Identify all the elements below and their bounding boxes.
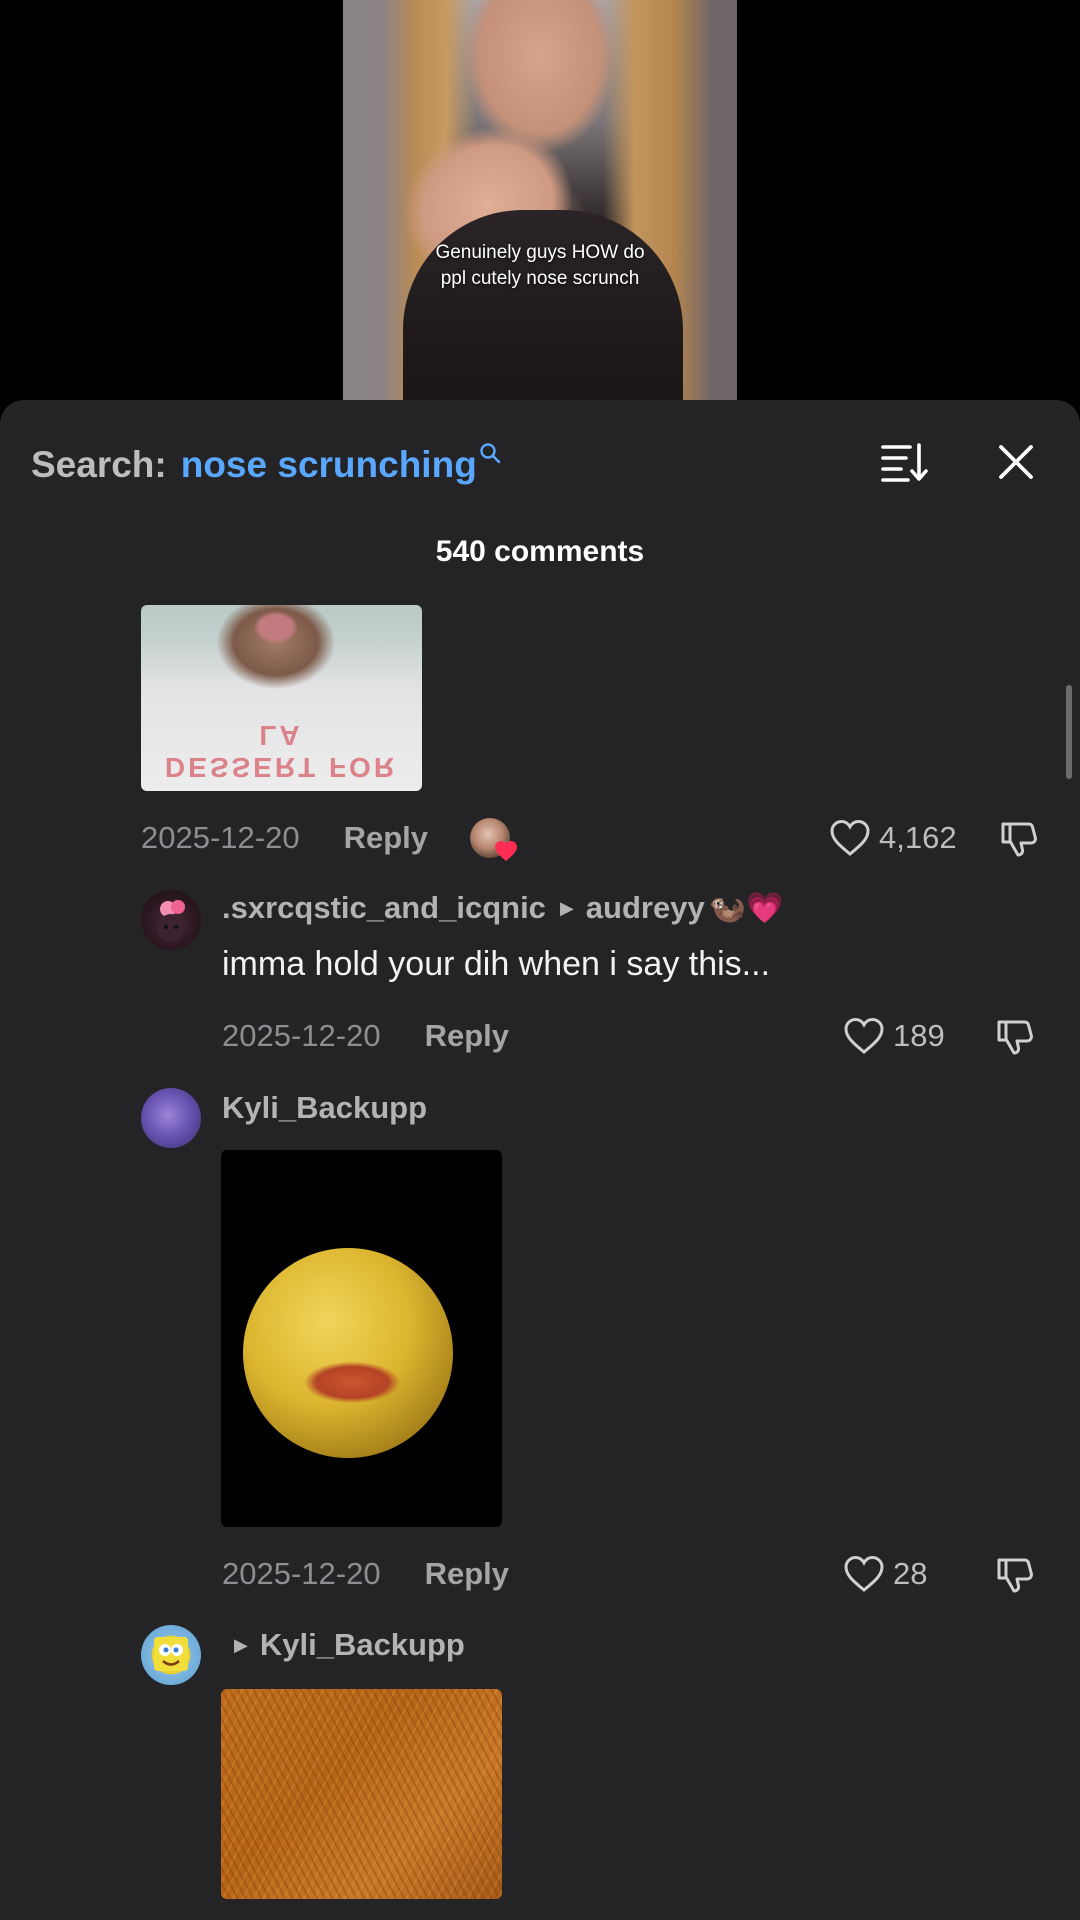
comment-date: 2025-12-20 xyxy=(222,1018,381,1053)
creator-liked-avatar xyxy=(470,818,517,861)
comments-sheet: Search: nose scrunching 540 comments DES… xyxy=(0,400,1080,1920)
reply-to-username[interactable]: audreyy xyxy=(586,890,705,926)
avatar[interactable] xyxy=(141,1625,201,1685)
like-count: 4,162 xyxy=(879,820,957,855)
comment-header: .sxrcqstic_and_icqnic ▶ audreyy 🦦💗 xyxy=(222,888,783,928)
reply-button[interactable]: Reply xyxy=(425,1556,509,1592)
like-button[interactable]: 189 xyxy=(843,1014,945,1058)
lemon-face-shape xyxy=(243,1248,453,1458)
comment-image-attachment[interactable] xyxy=(221,1150,502,1527)
comments-count: 540 comments xyxy=(435,535,645,568)
heart-icon xyxy=(844,1555,884,1592)
sort-icon[interactable] xyxy=(880,440,928,484)
heart-icon xyxy=(495,841,517,861)
comment-date: 2025-12-20 xyxy=(141,820,300,855)
comment-username[interactable]: .sxrcqstic_and_icqnic xyxy=(222,890,546,926)
reply-button[interactable]: Reply xyxy=(344,820,428,856)
like-button[interactable]: 4,162 xyxy=(829,816,957,860)
comment-meta: 2025-12-20 Reply xyxy=(141,816,517,861)
video-caption: Genuinely guys HOW do ppl cutely nose sc… xyxy=(435,242,645,289)
comment-header: ▶ Kyli_Backupp xyxy=(222,1625,465,1665)
attachment-shirt-text: DESSERT FOR LA xyxy=(164,720,398,783)
comment-header: Kyli_Backupp xyxy=(222,1088,427,1128)
video-player[interactable]: Genuinely guys HOW do ppl cutely nose sc… xyxy=(0,0,1080,410)
search-bar[interactable]: Search: nose scrunching xyxy=(31,440,501,490)
username-emoji: 🦦💗 xyxy=(708,891,784,925)
like-button[interactable]: 28 xyxy=(843,1552,927,1596)
thumbs-down-icon[interactable] xyxy=(995,1554,1035,1594)
search-query-link[interactable]: nose scrunching xyxy=(181,444,477,486)
search-label: Search: xyxy=(31,444,167,485)
thumbs-down-icon[interactable] xyxy=(995,1016,1035,1056)
comment-username[interactable]: Kyli_Backupp xyxy=(222,1090,427,1126)
comment-image-attachment[interactable]: DESSERT FOR LA xyxy=(141,605,422,791)
comment-date: 2025-12-20 xyxy=(222,1556,381,1591)
search-icon[interactable] xyxy=(479,442,501,469)
reply-to-username[interactable]: Kyli_Backupp xyxy=(260,1627,465,1663)
avatar[interactable] xyxy=(141,1088,201,1148)
heart-icon xyxy=(830,819,870,856)
like-count: 28 xyxy=(893,1556,928,1591)
thumbs-down-icon[interactable] xyxy=(999,818,1039,858)
scrollbar-thumb[interactable] xyxy=(1066,685,1072,779)
comment-meta: 2025-12-20 Reply xyxy=(222,1552,509,1596)
comment-text: imma hold your dih when i say this... xyxy=(222,945,771,983)
heart-icon xyxy=(844,1017,884,1054)
video-body-shape xyxy=(403,210,683,400)
comment-image-attachment[interactable] xyxy=(221,1689,502,1899)
comment-meta: 2025-12-20 Reply xyxy=(222,1014,509,1058)
like-count: 189 xyxy=(893,1018,945,1053)
reply-arrow-icon: ▶ xyxy=(234,1634,248,1655)
video-frame[interactable]: Genuinely guys HOW do ppl cutely nose sc… xyxy=(343,0,737,400)
avatar[interactable] xyxy=(141,890,201,950)
reply-arrow-icon: ▶ xyxy=(559,897,574,918)
close-icon[interactable] xyxy=(996,442,1036,482)
reply-button[interactable]: Reply xyxy=(425,1018,509,1054)
